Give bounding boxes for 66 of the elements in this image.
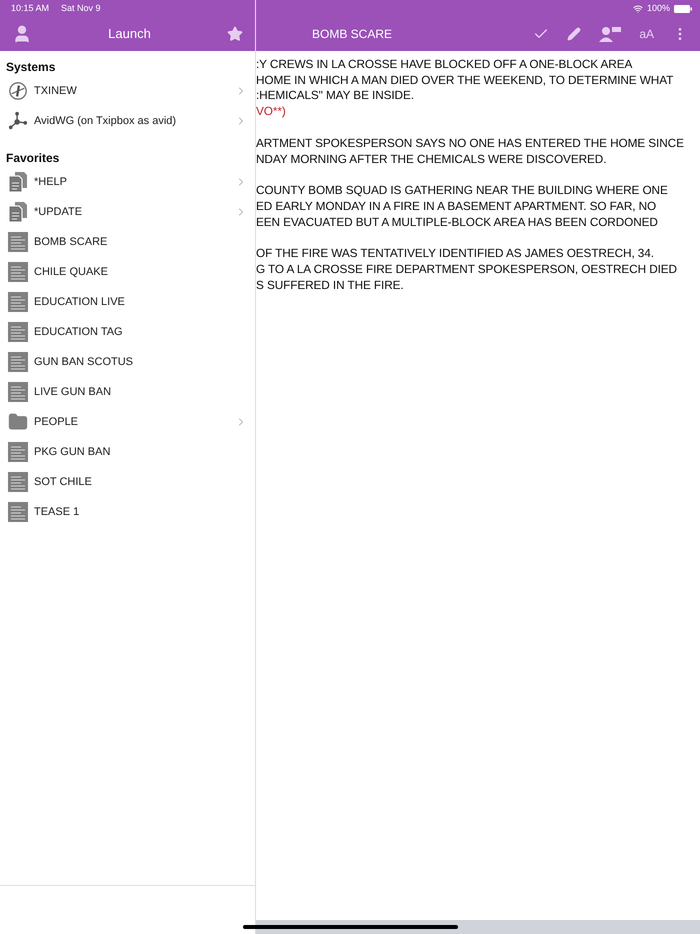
item-label: TXINEW	[34, 84, 78, 99]
network-icon	[8, 110, 28, 132]
sidebar-item[interactable]: EDUCATION LIVE	[0, 287, 255, 317]
sidebar-item[interactable]: *HELP	[0, 167, 255, 197]
item-label: PKG GUN BAN	[34, 444, 112, 460]
sidebar-item[interactable]: PKG GUN BAN	[0, 437, 255, 467]
sidebar-item[interactable]: BOMB SCARE	[0, 227, 255, 257]
battery-icon	[674, 4, 692, 12]
item-label: GUN BAN SCOTUS	[34, 354, 134, 370]
status-time: 10:15 AM	[11, 2, 50, 15]
document-icon	[8, 262, 28, 282]
item-label: EDUCATION TAG	[34, 324, 124, 340]
story-title: BOMB SCARE	[312, 26, 394, 43]
item-label: *HELP	[34, 174, 68, 190]
item-label: AvidWG (on Txipbox as avid)	[34, 114, 178, 129]
story-line: COUNTY BOMB SQUAD IS GATHERING NEAR THE BUILDING WHERE ONE	[256, 183, 669, 199]
story-line: G TO A LA CROSSE FIRE DEPARTMENT SPOKESPERSON, OESTRECH DIED	[256, 262, 678, 278]
document-icon	[8, 232, 28, 252]
item-label: LIVE GUN BAN	[34, 384, 112, 400]
item-label: SOT CHILE	[34, 474, 93, 490]
item-label: PEOPLE	[34, 414, 80, 430]
document-icon	[8, 502, 28, 522]
story-line: :HEMICALS" MAY BE INSIDE.	[256, 88, 415, 104]
sidebar-item[interactable]: AvidWG (on Txipbox as avid)	[0, 106, 255, 136]
item-label: *UPDATE	[34, 204, 84, 220]
sidebar-item[interactable]: *UPDATE	[0, 197, 255, 227]
wifi-icon	[632, 4, 643, 14]
sidebar-item[interactable]: TXINEW	[0, 76, 255, 106]
sidebar-item[interactable]: CHILE QUAKE	[0, 257, 255, 287]
story-line: ED EARLY MONDAY IN A FIRE IN A BASEMENT APARTMENT. SO FAR, NO	[256, 198, 658, 215]
story-line: NDAY MORNING AFTER THE CHEMICALS WERE DISCOVERED.	[256, 152, 608, 168]
star-icon[interactable]	[227, 26, 243, 42]
battery-percent: 100%	[646, 2, 670, 15]
sidebar-item[interactable]: LIVE GUN BAN	[0, 377, 255, 407]
item-label: TEASE 1	[34, 504, 80, 520]
status-date: Sat Nov 9	[61, 2, 101, 15]
pencil-icon[interactable]	[567, 27, 582, 41]
story-line: S SUFFERED IN THE FIRE.	[256, 278, 405, 294]
story-line: HOME IN WHICH A MAN DIED OVER THE WEEKEND, TO DETERMINE WHAT	[256, 72, 674, 88]
document-icon	[8, 472, 28, 492]
sidebar-item[interactable]: TEASE 1	[0, 497, 255, 527]
document-icon	[8, 352, 28, 372]
document-icon	[8, 322, 28, 342]
documents-icon	[8, 171, 28, 193]
document-icon	[8, 382, 28, 402]
section-heading: Systems	[5, 58, 56, 76]
folder-icon	[8, 412, 28, 432]
server-icon	[8, 80, 28, 102]
item-label: BOMB SCARE	[34, 234, 108, 250]
sidebar-item[interactable]: EDUCATION TAG	[0, 317, 255, 347]
story-line: OF THE FIRE WAS TENTATIVELY IDENTIFIED AS JAMES OESTRECH, 34.	[256, 246, 655, 262]
documents-icon	[8, 201, 28, 223]
sidebar-item[interactable]: SOT CHILE	[0, 467, 255, 497]
story-line: :Y CREWS IN LA CROSSE HAVE BLOCKED OFF A ONE-BLOCK AREA	[256, 57, 634, 73]
instruction-line: VO**)	[256, 104, 287, 120]
sidebar-item[interactable]: PEOPLE	[0, 407, 255, 437]
document-icon	[8, 292, 28, 312]
story-line: EEN EVACUATED BUT A MULTIPLE-BLOCK AREA HAS BEEN CORDONED	[256, 214, 659, 230]
item-label: EDUCATION LIVE	[34, 294, 126, 310]
sidebar-item[interactable]: GUN BAN SCOTUS	[0, 347, 255, 377]
document-icon	[8, 442, 28, 462]
person-flag-icon[interactable]	[599, 26, 622, 42]
sidebar-title: Launch	[108, 25, 151, 44]
section-heading: Favorites	[5, 150, 60, 166]
item-label: CHILE QUAKE	[34, 264, 109, 280]
story-line: ARTMENT SPOKESPERSON SAYS NO ONE HAS ENTERED THE HOME SINCE	[256, 136, 685, 152]
